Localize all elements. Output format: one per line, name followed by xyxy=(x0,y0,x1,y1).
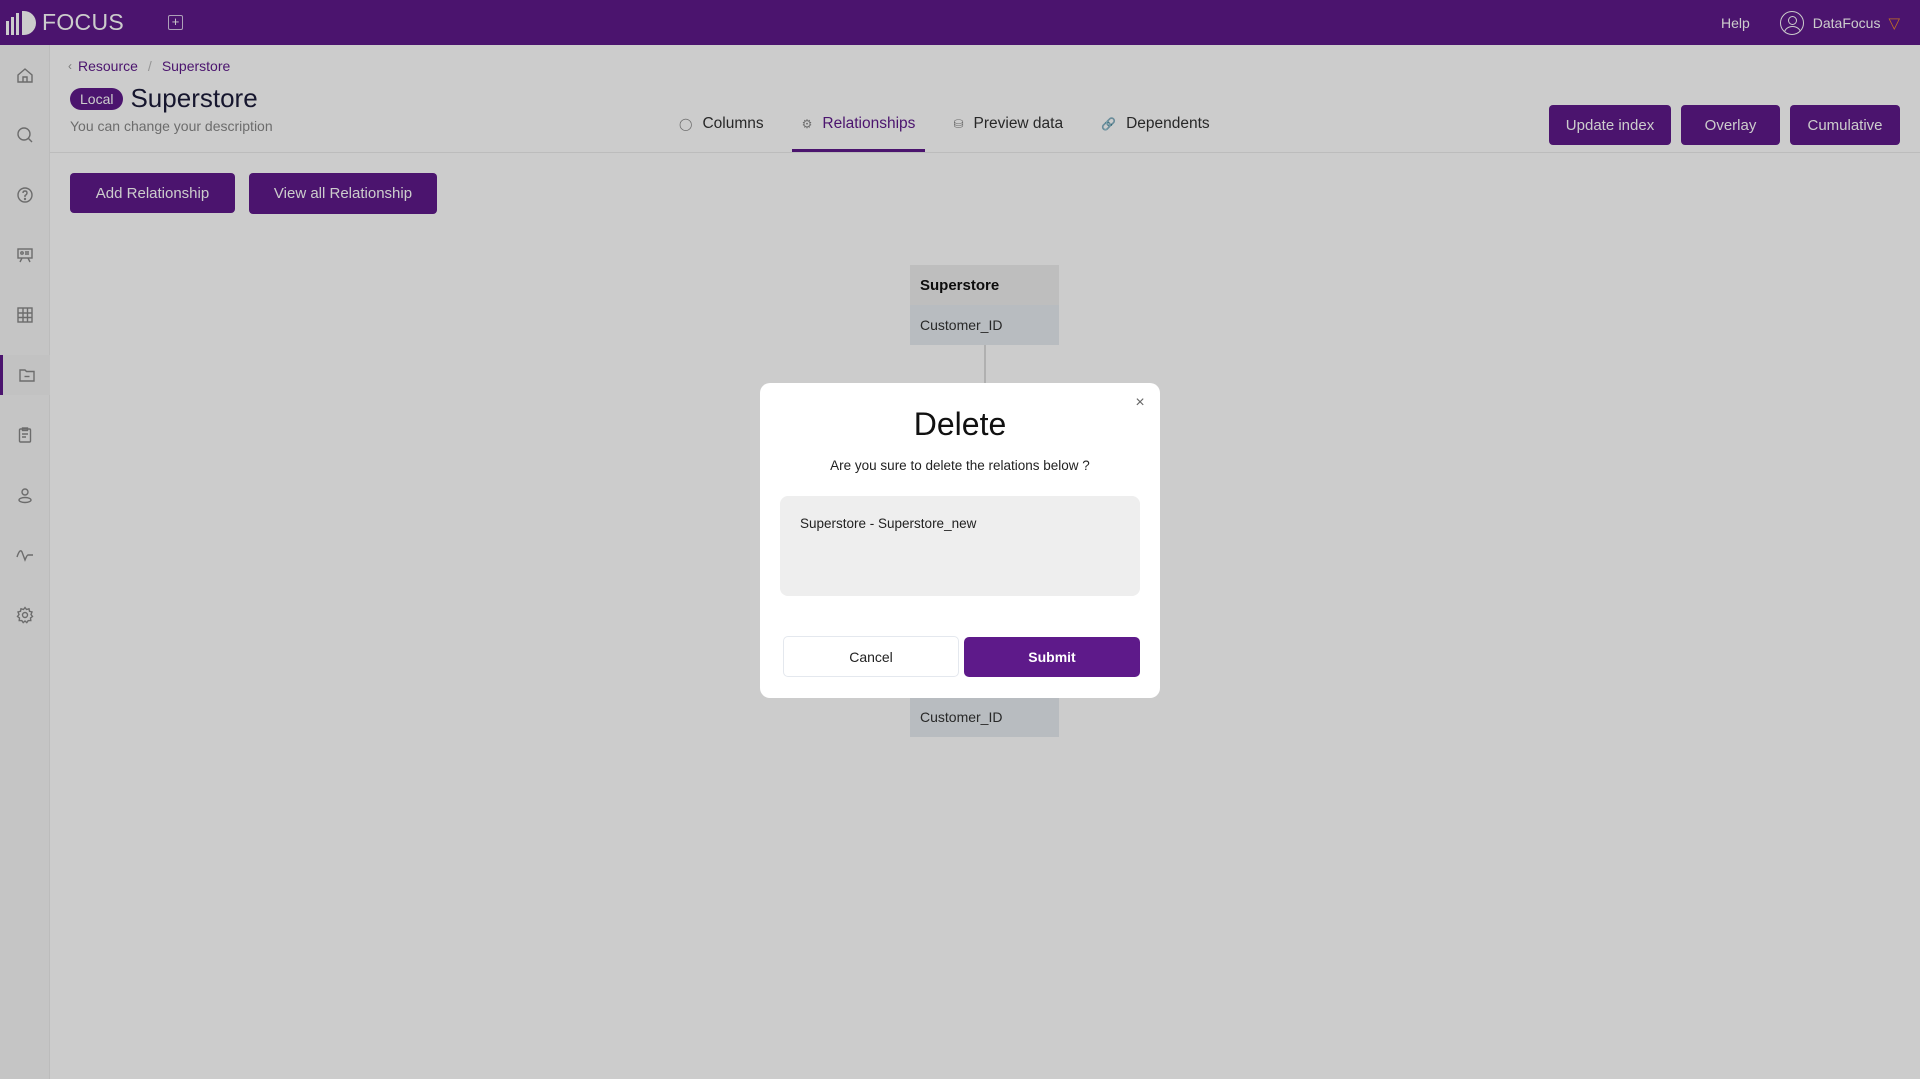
relation-item: Superstore - Superstore_new xyxy=(800,516,977,531)
delete-modal: × Delete Are you sure to delete the rela… xyxy=(760,383,1160,698)
relations-list: Superstore - Superstore_new xyxy=(780,496,1140,596)
submit-button[interactable]: Submit xyxy=(964,637,1140,677)
modal-title: Delete xyxy=(913,406,1007,442)
modal-message: Are you sure to delete the relations bel… xyxy=(830,458,1090,473)
cancel-button[interactable]: Cancel xyxy=(783,636,959,677)
